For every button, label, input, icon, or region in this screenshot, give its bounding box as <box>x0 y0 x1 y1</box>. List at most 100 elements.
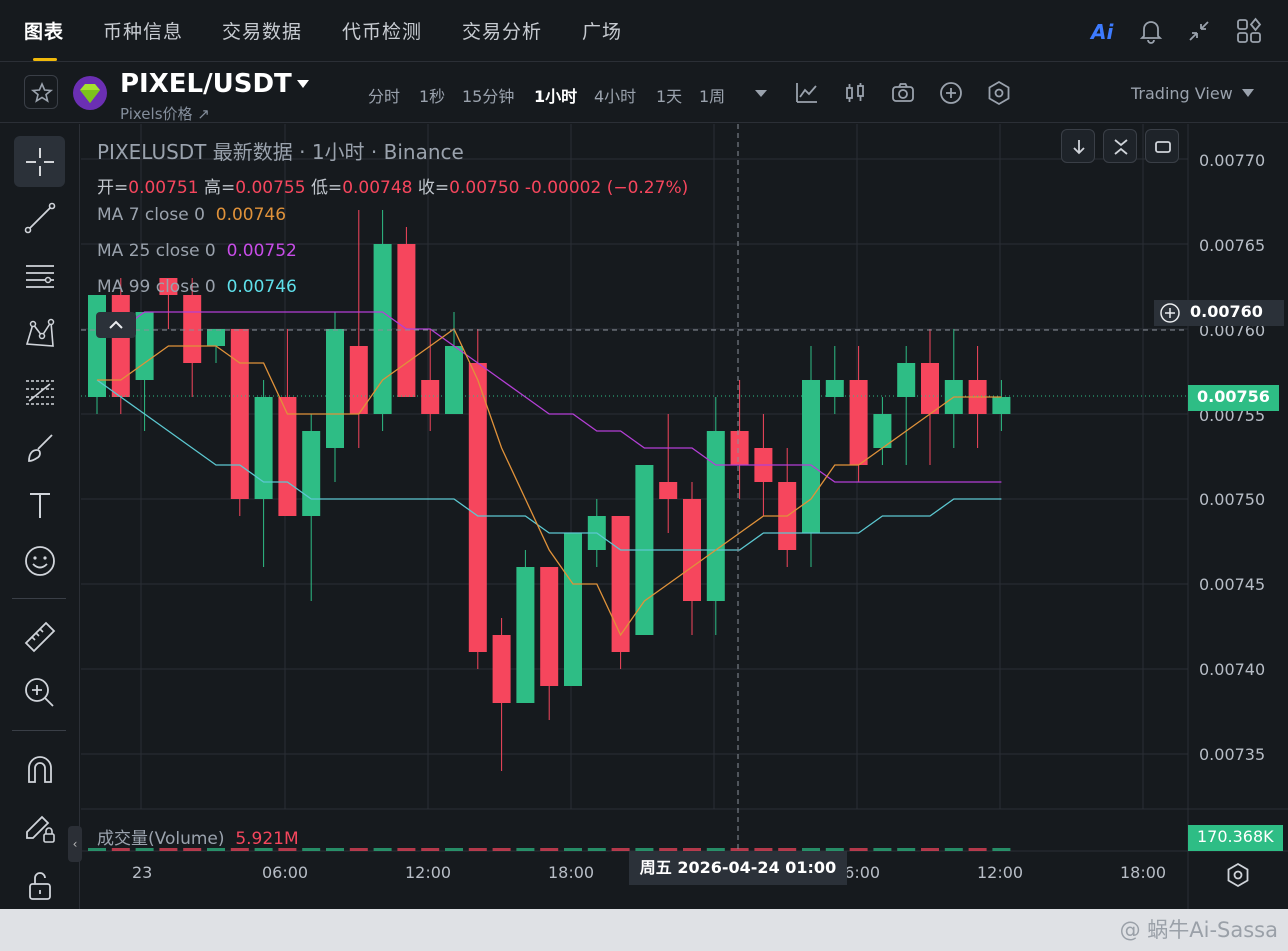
chart-area[interactable]: PIXELUSDT 最新数据 · 1小时 · Binance 开=0.00751… <box>81 124 1288 909</box>
timeframe-1w[interactable]: 1周 <box>699 83 725 107</box>
arrow-down-icon <box>1073 140 1085 155</box>
lock-tool[interactable] <box>14 859 65 910</box>
horizontal-lines-tool[interactable] <box>14 250 65 301</box>
bottom-bar <box>0 909 1288 951</box>
emoji-tool[interactable] <box>14 535 65 586</box>
time-tick: 12:00 <box>405 863 452 882</box>
brush-tool[interactable] <box>14 422 65 473</box>
candle-up <box>445 346 463 414</box>
candle-down <box>921 363 939 414</box>
shrink-button[interactable] <box>1103 129 1137 163</box>
settings-hex-icon[interactable] <box>986 80 1012 106</box>
candle-down <box>349 346 368 414</box>
price-tick: 0.00750 <box>1199 490 1266 509</box>
trading-view-selector[interactable]: Trading View <box>1131 84 1233 103</box>
layout-grid-icon[interactable] <box>1234 16 1264 46</box>
plus-circle-icon[interactable] <box>938 80 964 106</box>
price-tick: 0.00765 <box>1199 236 1266 255</box>
time-tick: 12:00 <box>977 863 1024 882</box>
candle-up <box>897 363 916 397</box>
app-window: 图表 币种信息 交易数据 代币检测 交易分析 广场 Ai PIXEL/USDT … <box>0 0 1288 951</box>
ma25-legend: MA 25 close 0 0.00752 <box>97 241 297 261</box>
low-label: 低= <box>310 178 343 198</box>
ma25-label: MA 25 close 0 <box>97 241 216 261</box>
toolbar-collapse-button[interactable]: ‹ <box>68 826 82 862</box>
ruler-tool[interactable] <box>14 611 65 662</box>
toolbar-divider <box>12 730 66 731</box>
volume-bar <box>421 848 440 851</box>
candle-down <box>278 397 297 516</box>
open-label: 开= <box>97 178 129 198</box>
favorite-button[interactable] <box>24 75 58 109</box>
more-timeframes-dropdown-icon[interactable] <box>748 80 774 106</box>
volume-bar <box>968 848 987 851</box>
ma7-label: MA 7 close 0 <box>97 205 205 225</box>
volume-bar <box>587 848 606 851</box>
ai-icon[interactable]: Ai <box>1088 16 1118 46</box>
candle-up <box>135 312 154 380</box>
ma7-legend: MA 7 close 0 0.00746 <box>97 205 286 225</box>
candle-down <box>492 635 511 703</box>
tab-chart[interactable]: 图表 <box>24 17 64 44</box>
volume-bar <box>944 848 963 851</box>
collapse-arrows-icon[interactable] <box>1184 16 1214 46</box>
trading-view-chevron-icon[interactable] <box>1241 88 1255 98</box>
timeframe-tick[interactable]: 分时 <box>368 83 400 107</box>
volume-bar <box>873 848 892 851</box>
zoom-in-tool[interactable] <box>14 667 65 718</box>
drawing-toolbar <box>0 124 80 909</box>
pair-name[interactable]: PIXEL/USDT <box>120 69 292 99</box>
volume-bar <box>349 848 368 851</box>
indicator-icon[interactable] <box>794 80 820 106</box>
crosshair-price-value: 0.00760 <box>1190 302 1263 321</box>
pattern-icon <box>25 318 55 347</box>
time-tick: 18:00 <box>1120 863 1167 882</box>
tab-token-check[interactable]: 代币检测 <box>342 17 422 44</box>
legend-collapse-button[interactable] <box>96 312 136 338</box>
candle-down <box>230 329 249 499</box>
smiley-icon <box>25 546 55 576</box>
star-icon <box>30 81 54 103</box>
volume-value: 5.921M <box>235 829 299 849</box>
low-value: 0.00748 <box>342 178 413 198</box>
pair-subtitle-link[interactable]: Pixels价格 ↗ <box>120 103 210 124</box>
timeframe-4h[interactable]: 4小时 <box>594 83 636 107</box>
ma99-label: MA 99 close 0 <box>97 277 216 297</box>
volume-bar <box>397 848 416 851</box>
add-alert-icon[interactable] <box>1159 302 1181 324</box>
volume-axis-value: 170.368K <box>1197 827 1274 846</box>
axis-settings-icon[interactable] <box>1224 861 1252 889</box>
tab-trade-analysis[interactable]: 交易分析 <box>462 17 542 44</box>
pattern-tool[interactable] <box>14 308 65 359</box>
timeframe-15m[interactable]: 15分钟 <box>462 83 514 107</box>
timeframe-1d[interactable]: 1天 <box>656 83 682 107</box>
high-value: 0.00755 <box>235 178 306 198</box>
scroll-down-button[interactable] <box>1061 129 1095 163</box>
volume-bar <box>849 848 868 851</box>
unlock-icon <box>29 872 51 900</box>
lock-drawing-tool[interactable] <box>14 802 65 853</box>
chevron-down-icon[interactable] <box>296 79 310 89</box>
tab-coin-info[interactable]: 币种信息 <box>103 17 183 44</box>
magnet-tool[interactable] <box>14 744 65 795</box>
pencil-lock-icon <box>26 815 55 843</box>
watermark-text: @ 蜗牛Ai-Sassa <box>1119 918 1278 942</box>
text-tool[interactable] <box>14 479 65 530</box>
candle-type-icon[interactable] <box>842 80 868 106</box>
fullscreen-button[interactable] <box>1145 129 1179 163</box>
volume-bar <box>921 848 939 851</box>
trend-line-tool[interactable] <box>14 192 65 243</box>
tab-trade-data[interactable]: 交易数据 <box>222 17 302 44</box>
fib-tool[interactable] <box>14 365 65 416</box>
bell-icon[interactable] <box>1136 16 1166 46</box>
candle-down <box>111 295 130 397</box>
timeframe-1s[interactable]: 1秒 <box>419 83 445 107</box>
volume-bar <box>492 848 511 851</box>
tab-square[interactable]: 广场 <box>582 17 622 44</box>
camera-icon[interactable] <box>890 80 916 106</box>
price-tick: 0.00770 <box>1199 151 1266 170</box>
timeframe-1h[interactable]: 1小时 <box>534 83 577 107</box>
crosshair-tool[interactable] <box>14 136 65 187</box>
candle-down <box>421 380 440 414</box>
candle-down <box>611 516 630 652</box>
